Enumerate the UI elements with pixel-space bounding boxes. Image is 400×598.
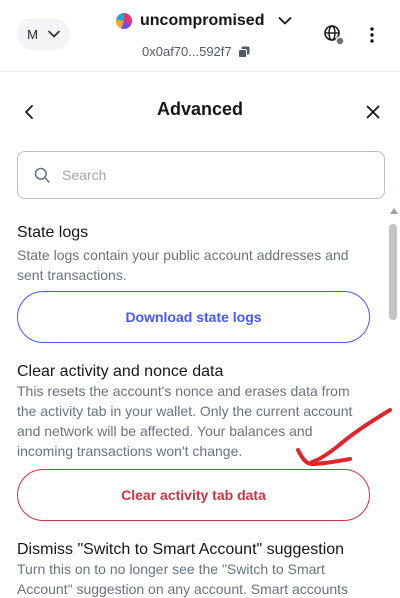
network-picker-button[interactable]: M	[17, 18, 70, 50]
download-state-logs-button[interactable]: Download state logs	[17, 291, 370, 343]
account-header: M uncompromised 0x0af70...592f7	[0, 0, 400, 72]
smart-account-suggestion-title: Dismiss "Switch to Smart Account" sugges…	[17, 541, 345, 558]
scrollbar[interactable]	[388, 208, 398, 598]
scroll-up-arrow-icon[interactable]	[390, 208, 398, 214]
globe-icon[interactable]	[323, 24, 345, 46]
clear-activity-tab-data-button[interactable]: Clear activity tab data	[17, 469, 370, 521]
account-picker-button[interactable]: uncompromised	[116, 12, 292, 30]
avatar	[116, 13, 132, 29]
state-logs-title: State logs	[17, 224, 89, 241]
clear-activity-description: This resets the account's nonce and eras…	[17, 383, 353, 459]
search-icon	[34, 167, 50, 183]
account-address: 0x0af70...592f7	[142, 44, 232, 59]
scrollbar-thumb[interactable]	[389, 224, 397, 320]
account-name: uncompromised	[140, 12, 265, 29]
clear-activity-title: Clear activity and nonce data	[17, 363, 224, 380]
search-field[interactable]	[17, 151, 385, 199]
chevron-down-icon	[48, 30, 60, 38]
smart-account-suggestion-description: Turn this on to no longer see the "Switc…	[17, 561, 349, 597]
settings-list[interactable]: State logs State logs contain your publi…	[0, 212, 400, 598]
network-initial: M	[27, 26, 38, 42]
state-logs-description: State logs contain your public account a…	[17, 247, 349, 283]
more-vertical-icon[interactable]	[364, 26, 380, 44]
chevron-down-icon	[279, 17, 292, 25]
page-title: Advanced	[156, 99, 244, 119]
page-header: Advanced	[0, 90, 400, 132]
search-input[interactable]	[62, 167, 342, 183]
close-icon[interactable]	[363, 102, 383, 122]
copy-icon	[237, 46, 250, 58]
copy-address-button[interactable]: 0x0af70...592f7	[142, 44, 250, 59]
